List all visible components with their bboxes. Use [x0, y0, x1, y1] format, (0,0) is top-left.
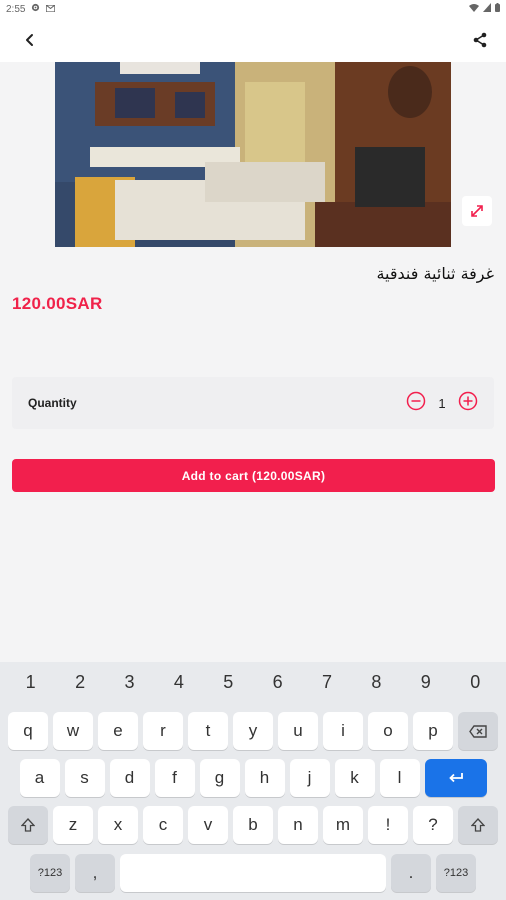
shift-icon — [471, 818, 485, 832]
key-5[interactable]: 5 — [208, 672, 248, 706]
key-j[interactable]: j — [289, 759, 330, 797]
key-e[interactable]: e — [98, 712, 138, 750]
status-time: 2:55 — [6, 3, 26, 15]
plus-icon — [458, 391, 478, 410]
add-to-cart-button[interactable]: Add to cart (120.00SAR) — [12, 459, 495, 492]
key-y[interactable]: y — [233, 712, 273, 750]
keyboard-number-row: 1 2 3 4 5 6 7 8 9 0 — [0, 662, 506, 706]
key-1[interactable]: 1 — [11, 672, 51, 706]
key-b[interactable]: b — [233, 806, 273, 844]
quantity-label: Quantity — [28, 396, 77, 410]
key-4[interactable]: 4 — [159, 672, 199, 706]
settings-icon — [31, 3, 40, 15]
wifi-icon — [469, 3, 479, 15]
shift-key-right[interactable] — [458, 806, 498, 844]
key-n[interactable]: n — [278, 806, 318, 844]
keyboard-row-1: q w e r t y u i o p — [0, 712, 506, 750]
key-s[interactable]: s — [64, 759, 105, 797]
key-g[interactable]: g — [199, 759, 240, 797]
enter-icon — [448, 773, 463, 783]
share-button[interactable] — [466, 26, 494, 54]
period-key[interactable]: . — [391, 854, 431, 892]
keyboard-row-4: ?123 , . ?123 — [0, 854, 506, 892]
shift-icon — [21, 818, 35, 832]
minus-icon — [406, 391, 426, 410]
key-z[interactable]: z — [53, 806, 93, 844]
key-w[interactable]: w — [53, 712, 93, 750]
key-3[interactable]: 3 — [109, 672, 149, 706]
key-9[interactable]: 9 — [406, 672, 446, 706]
expand-image-button[interactable] — [462, 196, 492, 226]
quantity-value: 1 — [438, 395, 446, 411]
symbols-key[interactable]: ?123 — [30, 854, 70, 892]
key-t[interactable]: t — [188, 712, 228, 750]
battery-icon — [495, 3, 500, 15]
key-o[interactable]: o — [368, 712, 408, 750]
key-7[interactable]: 7 — [307, 672, 347, 706]
key-exclamation[interactable]: ! — [368, 806, 408, 844]
back-icon — [26, 34, 33, 46]
key-c[interactable]: c — [143, 806, 183, 844]
app-bar — [0, 18, 506, 62]
key-0[interactable]: 0 — [455, 672, 495, 706]
product-price: 120.00SAR — [12, 294, 103, 313]
back-button[interactable] — [16, 26, 44, 54]
status-bar: 2:55 — [0, 0, 506, 18]
shift-key[interactable] — [8, 806, 48, 844]
keyboard-row-3: z x c v b n m ! ? — [0, 806, 506, 844]
key-m[interactable]: m — [323, 806, 363, 844]
key-r[interactable]: r — [143, 712, 183, 750]
comma-key[interactable]: , — [75, 854, 115, 892]
key-k[interactable]: k — [334, 759, 375, 797]
key-x[interactable]: x — [98, 806, 138, 844]
expand-icon — [471, 205, 483, 217]
symbols-key-right[interactable]: ?123 — [436, 854, 476, 892]
key-i[interactable]: i — [323, 712, 363, 750]
key-p[interactable]: p — [413, 712, 453, 750]
quantity-stepper: 1 — [406, 391, 478, 416]
increase-quantity-button[interactable] — [458, 391, 478, 416]
key-6[interactable]: 6 — [258, 672, 298, 706]
key-d[interactable]: d — [109, 759, 150, 797]
share-icon — [473, 32, 487, 48]
key-f[interactable]: f — [154, 759, 195, 797]
key-v[interactable]: v — [188, 806, 228, 844]
key-h[interactable]: h — [244, 759, 285, 797]
space-key[interactable] — [120, 854, 386, 892]
key-question[interactable]: ? — [413, 806, 453, 844]
key-2[interactable]: 2 — [60, 672, 100, 706]
key-a[interactable]: a — [19, 759, 60, 797]
decrease-quantity-button[interactable] — [406, 391, 426, 416]
soft-keyboard: 1 2 3 4 5 6 7 8 9 0 q w e r t y u i o p … — [0, 662, 506, 900]
backspace-icon — [469, 724, 487, 738]
product-title: غرفة ثنائية فندقية — [376, 264, 494, 283]
enter-key[interactable] — [424, 759, 487, 797]
key-u[interactable]: u — [278, 712, 318, 750]
notification-icon — [45, 3, 56, 15]
keyboard-row-2: a s d f g h j k l — [0, 759, 506, 797]
key-q[interactable]: q — [8, 712, 48, 750]
product-image[interactable] — [55, 62, 451, 247]
key-l[interactable]: l — [379, 759, 420, 797]
key-8[interactable]: 8 — [356, 672, 396, 706]
signal-icon — [483, 3, 491, 15]
backspace-key[interactable] — [458, 712, 498, 750]
quantity-card: Quantity 1 — [12, 377, 494, 429]
